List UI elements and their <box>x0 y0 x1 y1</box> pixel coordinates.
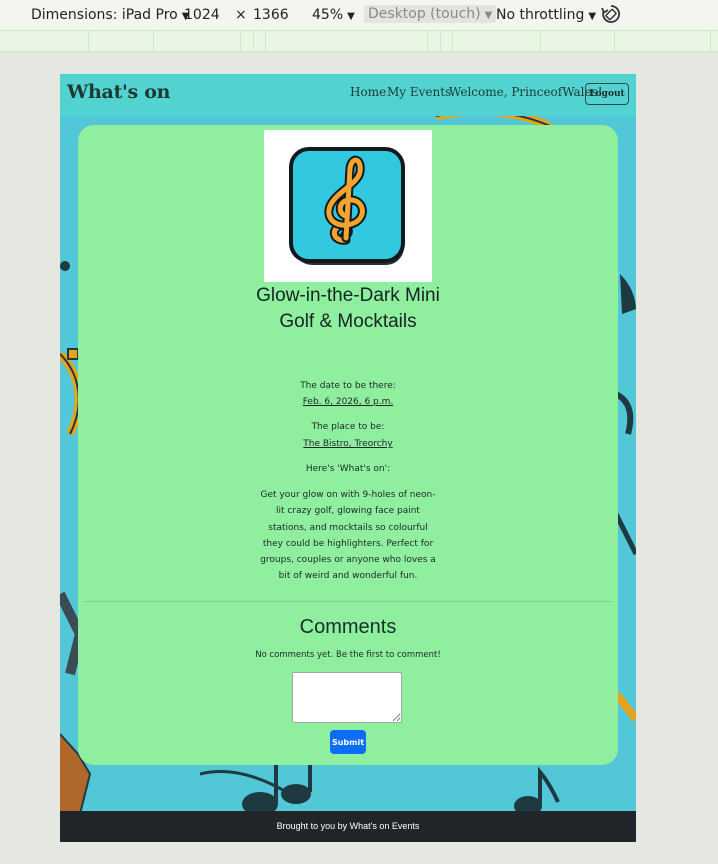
width-input[interactable]: 1024 <box>184 7 220 23</box>
place-label: The place to be: <box>311 422 385 432</box>
event-date[interactable]: Feb. 6, 2026, 6 p.m. <box>78 397 618 407</box>
whats-on-label: Here's 'What's on': <box>305 464 391 474</box>
media-query-ruler[interactable] <box>0 30 718 52</box>
nav-my-events-link[interactable]: My Events <box>387 85 451 99</box>
zoom-dropdown[interactable]: 45% ▼ <box>312 7 355 23</box>
height-input[interactable]: 1366 <box>253 7 289 23</box>
site-footer: Brought to you by What's on Events <box>60 811 636 842</box>
footer-text: Brought to you by What's on Events <box>276 821 420 831</box>
divider <box>84 601 612 602</box>
dimensions-label: Dimensions: iPad Pro <box>31 7 178 23</box>
brand-logo[interactable]: What's on <box>67 81 170 103</box>
caret-down-icon: ▼ <box>588 11 597 22</box>
zoom-label: 45% <box>312 7 344 23</box>
event-place[interactable]: The Bistro, Treorchy <box>78 439 618 449</box>
comment-textarea[interactable] <box>292 672 402 723</box>
throttling-dropdown[interactable]: No throttling ▼ <box>496 7 596 23</box>
treble-clef-icon <box>289 147 405 265</box>
event-image <box>264 130 432 282</box>
device-type-label: Desktop (touch) <box>368 6 481 22</box>
comments-heading: Comments <box>299 616 397 638</box>
devtools-device-toolbar: Dimensions: iPad Pro ▼ 1024 × 1366 45% ▼ D… <box>0 0 718 30</box>
throttling-label: No throttling <box>496 7 585 23</box>
site-navbar: What's on Home My Events Welcome, Prince… <box>60 74 636 116</box>
dimensions-dropdown[interactable]: Dimensions: iPad Pro ▼ <box>31 7 189 23</box>
times-icon: × <box>235 7 247 23</box>
caret-down-icon: ▼ <box>484 10 493 21</box>
caret-down-icon: ▼ <box>347 11 355 22</box>
date-label: The date to be there: <box>300 381 396 391</box>
submit-comment-button[interactable]: Submit <box>330 730 366 754</box>
welcome-text: Welcome, PrinceofWales! <box>449 85 603 99</box>
logout-button[interactable]: Logout <box>585 83 629 105</box>
rotate-icon[interactable] <box>600 3 622 29</box>
nav-home-link[interactable]: Home <box>350 85 386 99</box>
event-description: Get your glow on with 9-holes of neon-li… <box>260 490 436 582</box>
device-type-dropdown[interactable]: Desktop (touch) ▼ <box>364 5 497 23</box>
emulated-viewport: What's on Home My Events Welcome, Prince… <box>60 74 636 842</box>
event-title: Glow-in-the-Dark Mini Golf & Mocktails <box>256 285 440 332</box>
event-card: Glow-in-the-Dark Mini Golf & Mocktails T… <box>78 125 618 765</box>
no-comments-message: No comments yet. Be the first to comment… <box>255 650 441 660</box>
